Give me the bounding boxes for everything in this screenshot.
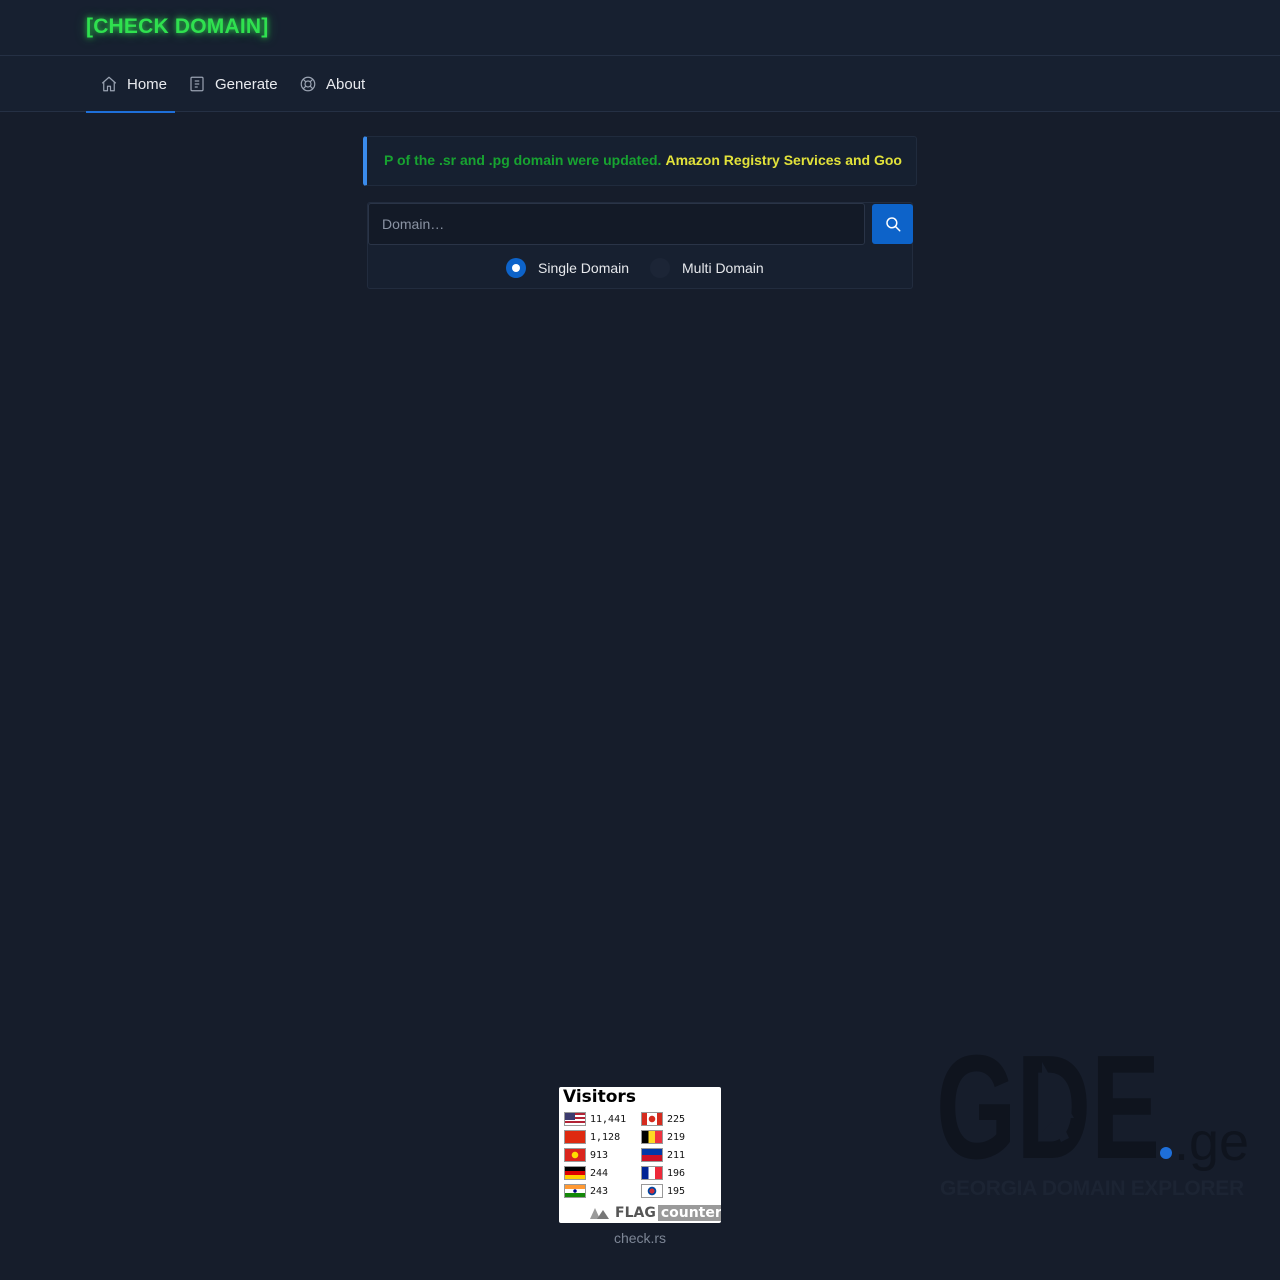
flag-counter-row: 219: [641, 1129, 685, 1145]
search-card: Single Domain Multi Domain: [367, 202, 913, 289]
flag-counter-row: 211: [641, 1147, 685, 1163]
radio-multi-domain-label: Multi Domain: [682, 260, 764, 276]
flag-counter-caption[interactable]: check.rs: [559, 1230, 721, 1246]
ph-flag-icon: [641, 1148, 663, 1162]
flag-counter-row: 243: [564, 1183, 608, 1199]
gde-logo-suffix: .ge: [1174, 1112, 1249, 1172]
vn-flag-icon: [564, 1148, 586, 1162]
search-button[interactable]: [872, 204, 913, 244]
lifebuoy-icon: [299, 75, 317, 93]
nav-item-about[interactable]: About: [299, 56, 365, 112]
search-icon: [884, 215, 902, 233]
us-flag-icon: [564, 1112, 586, 1126]
flag-counter-title: Visitors: [563, 1087, 636, 1107]
radio-multi-domain-dot[interactable]: [650, 258, 670, 278]
flag-counter-row: 196: [641, 1165, 685, 1181]
radio-single-domain-dot[interactable]: [506, 258, 526, 278]
nav-item-about-label: About: [326, 75, 366, 93]
radio-single-domain-label: Single Domain: [538, 260, 630, 276]
flag-count: 913: [590, 1149, 609, 1161]
flag-count: 211: [667, 1149, 686, 1161]
in-flag-icon: [564, 1184, 586, 1198]
brand-title[interactable]: [CHECK DOMAIN]: [86, 15, 268, 39]
flag-counter-row: 913: [564, 1147, 608, 1163]
flag-count: 243: [590, 1185, 609, 1197]
flag-count: 219: [667, 1131, 686, 1143]
flag-counter-logo: FLAG counter: [589, 1204, 721, 1222]
cn-flag-icon: [564, 1130, 586, 1144]
fr-flag-icon: [641, 1166, 663, 1180]
nav-bar: Home Generate About: [0, 56, 1280, 113]
ticker-green-text: P of the .sr and .pg domain were updated…: [384, 152, 662, 168]
top-bar: [CHECK DOMAIN]: [0, 0, 1280, 56]
ticker-yellow-text: Amazon Registry Services and Goo: [665, 152, 902, 168]
kr-flag-icon: [641, 1184, 663, 1198]
flag-count: 196: [667, 1167, 686, 1179]
flag-count: 244: [590, 1167, 609, 1179]
flag-count: 225: [667, 1113, 686, 1125]
gde-logo-dot: [1160, 1147, 1172, 1159]
flag-count: 1,128: [590, 1131, 621, 1143]
news-ticker-text: P of the .sr and .pg domain were updated…: [384, 152, 902, 168]
flag-counter-row: 195: [641, 1183, 685, 1199]
flag-counter-row: 225: [641, 1111, 685, 1127]
radio-multi-domain[interactable]: Multi Domain: [650, 255, 764, 281]
flag-counter-logo-counter: counter: [657, 1205, 721, 1221]
flag-counter-row: 244: [564, 1165, 608, 1181]
nav-item-home[interactable]: Home: [86, 56, 175, 113]
search-mode-group: Single Domain Multi Domain: [368, 255, 914, 281]
ca-flag-icon: [641, 1112, 663, 1126]
nav-item-generate-label: Generate: [215, 75, 278, 93]
gde-tagline: GEORGIA DOMAIN EXPLORER: [940, 1177, 1244, 1200]
home-icon: [100, 75, 118, 93]
flag-count: 11,441: [590, 1113, 627, 1125]
domain-input[interactable]: [368, 203, 865, 245]
radio-single-domain[interactable]: Single Domain: [506, 255, 629, 281]
flag-counter-row: 1,128: [564, 1129, 620, 1145]
document-icon: [188, 75, 206, 93]
flag-counter-widget[interactable]: Visitors 11,441 1,128 913 244 243 225 21…: [559, 1087, 721, 1223]
flag-counter-row: 11,441: [564, 1111, 626, 1127]
news-ticker: P of the .sr and .pg domain were updated…: [363, 136, 917, 186]
nav-item-home-label: Home: [127, 75, 168, 93]
be-flag-icon: [641, 1130, 663, 1144]
nav-item-generate[interactable]: Generate: [188, 56, 278, 112]
flag-counter-logo-icon: [589, 1206, 611, 1220]
de-flag-icon: [564, 1166, 586, 1180]
flag-counter-logo-flag: FLAG: [615, 1205, 656, 1221]
flag-count: 195: [667, 1185, 686, 1197]
